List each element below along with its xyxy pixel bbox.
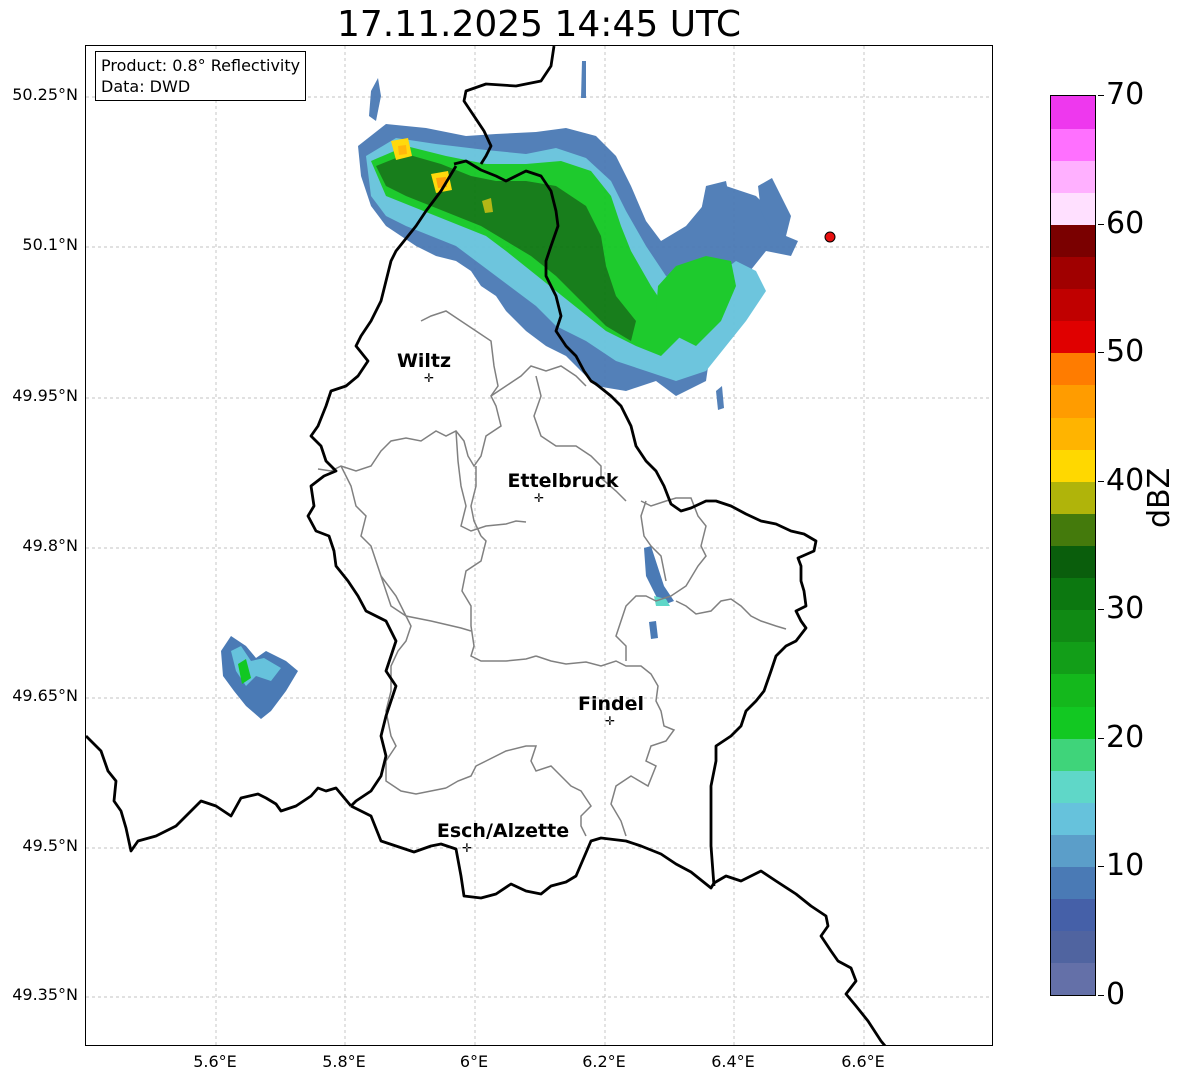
colorbar-segment <box>1051 962 1095 996</box>
colorbar-segment <box>1051 224 1095 258</box>
radar-echo-east-small <box>644 546 674 639</box>
border-lux-belgium-west <box>306 165 458 807</box>
lat-label-49.35: 49.35°N <box>12 985 78 1004</box>
city-marker-findel: ✛ <box>604 714 616 728</box>
city-label-esch-alzette: Esch/Alzette <box>436 820 570 842</box>
radar-echo-west <box>221 636 298 719</box>
city-marker-esch-alzette: ✛ <box>461 841 473 855</box>
colorbar-segment <box>1051 545 1095 579</box>
canton-border-clervaux <box>490 365 587 397</box>
lon-label-5.6: 5.6°E <box>193 1052 237 1071</box>
colorbar-segment <box>1051 930 1095 964</box>
lon-label-5.8: 5.8°E <box>322 1052 366 1071</box>
colorbar-segment <box>1051 128 1095 161</box>
city-marker-ettelbruck: ✛ <box>533 491 545 505</box>
border-lux-france <box>350 804 887 1045</box>
colorbar-segment <box>1051 417 1095 450</box>
colorbar-segment <box>1051 481 1095 514</box>
city-label-findel: Findel <box>577 693 645 715</box>
canton-border-remich <box>675 598 787 630</box>
colorbar-tick <box>1098 609 1104 611</box>
colorbar-tick <box>1098 95 1104 96</box>
colorbar-segment <box>1051 673 1095 707</box>
colorbar-tick-label: 50 <box>1106 334 1145 370</box>
lat-label-49.65: 49.65°N <box>12 686 78 705</box>
colorbar-segment <box>1051 192 1095 225</box>
colorbar-tick <box>1098 480 1104 482</box>
canton-border-capellen <box>380 575 447 795</box>
product-info-line: Product: 0.8° Reflectivity <box>101 56 301 75</box>
echo-core-orange-1 <box>398 145 407 155</box>
colorbar <box>1050 95 1096 996</box>
data-source-line: Data: DWD <box>101 77 191 96</box>
radar-site-marker <box>824 231 836 243</box>
colorbar-segment <box>1051 866 1095 900</box>
colorbar-tick <box>1098 352 1104 354</box>
colorbar-tick <box>1098 223 1104 225</box>
lon-label-6.0: 6°E <box>459 1052 489 1071</box>
lon-label-6.2: 6.2°E <box>582 1052 626 1071</box>
colorbar-tick-label: 10 <box>1106 848 1145 884</box>
lat-label-49.5: 49.5°N <box>22 836 78 855</box>
lon-label-6.6: 6.6°E <box>841 1052 885 1071</box>
map-title: 17.11.2025 14:45 UTC <box>336 4 742 45</box>
colorbar-segment <box>1051 802 1095 835</box>
colorbar-segment <box>1051 609 1095 643</box>
colorbar-tick <box>1098 866 1104 868</box>
colorbar-segment <box>1051 770 1095 803</box>
border-belgium-france <box>86 735 353 853</box>
colorbar-segment <box>1051 256 1095 290</box>
city-label-ettelbruck: Ettelbruck <box>507 470 619 492</box>
lat-label-50.1: 50.1°N <box>22 235 78 254</box>
colorbar-tick <box>1098 995 1104 996</box>
colorbar-segment <box>1051 384 1095 418</box>
colorbar-label: dBZ <box>1142 467 1177 528</box>
colorbar-segment <box>1051 320 1095 354</box>
colorbar-segment <box>1051 96 1095 129</box>
colorbar-segment <box>1051 834 1095 868</box>
city-marker-wiltz: ✛ <box>423 371 435 385</box>
colorbar-segment <box>1051 352 1095 386</box>
city-label-wiltz: Wiltz <box>396 350 452 372</box>
colorbar-tick-label: 60 <box>1106 205 1145 241</box>
colorbar-segment <box>1051 160 1095 193</box>
colorbar-tick-label: 40 <box>1106 462 1145 498</box>
colorbar-segment <box>1051 898 1095 932</box>
product-info-box: Product: 0.8° Reflectivity Data: DWD <box>95 51 307 101</box>
echo-cell-north-tip <box>369 78 381 121</box>
colorbar-segment <box>1051 513 1095 546</box>
colorbar-segment <box>1051 706 1095 739</box>
colorbar-tick-label: 20 <box>1106 719 1145 755</box>
echo-speck-1 <box>716 386 724 410</box>
canton-border-mersch <box>461 535 537 662</box>
lat-label-50.25: 50.25°N <box>12 85 78 104</box>
echo-west-outer <box>221 636 298 719</box>
colorbar-tick <box>1098 737 1104 739</box>
colorbar-segment <box>1051 738 1095 771</box>
colorbar-segment <box>1051 288 1095 322</box>
colorbar-segment <box>1051 449 1095 482</box>
canton-border-mersch-north <box>470 466 482 537</box>
canton-border-redange <box>340 465 472 632</box>
canton-border-wiltz <box>317 310 502 472</box>
map-plot-area <box>85 45 993 1046</box>
lat-label-49.95: 49.95°N <box>12 386 78 405</box>
lat-label-49.8: 49.8°N <box>22 536 78 555</box>
lon-label-6.4: 6.4°E <box>711 1052 755 1071</box>
colorbar-tick-label: 30 <box>1106 591 1145 627</box>
colorbar-segment <box>1051 577 1095 611</box>
colorbar-tick-label: 70 <box>1106 77 1145 112</box>
colorbar-segment <box>1051 641 1095 675</box>
echo-east-speck <box>649 621 658 639</box>
echo-speck-2 <box>581 61 586 98</box>
colorbar-tick-label: 0 <box>1106 977 1126 1012</box>
